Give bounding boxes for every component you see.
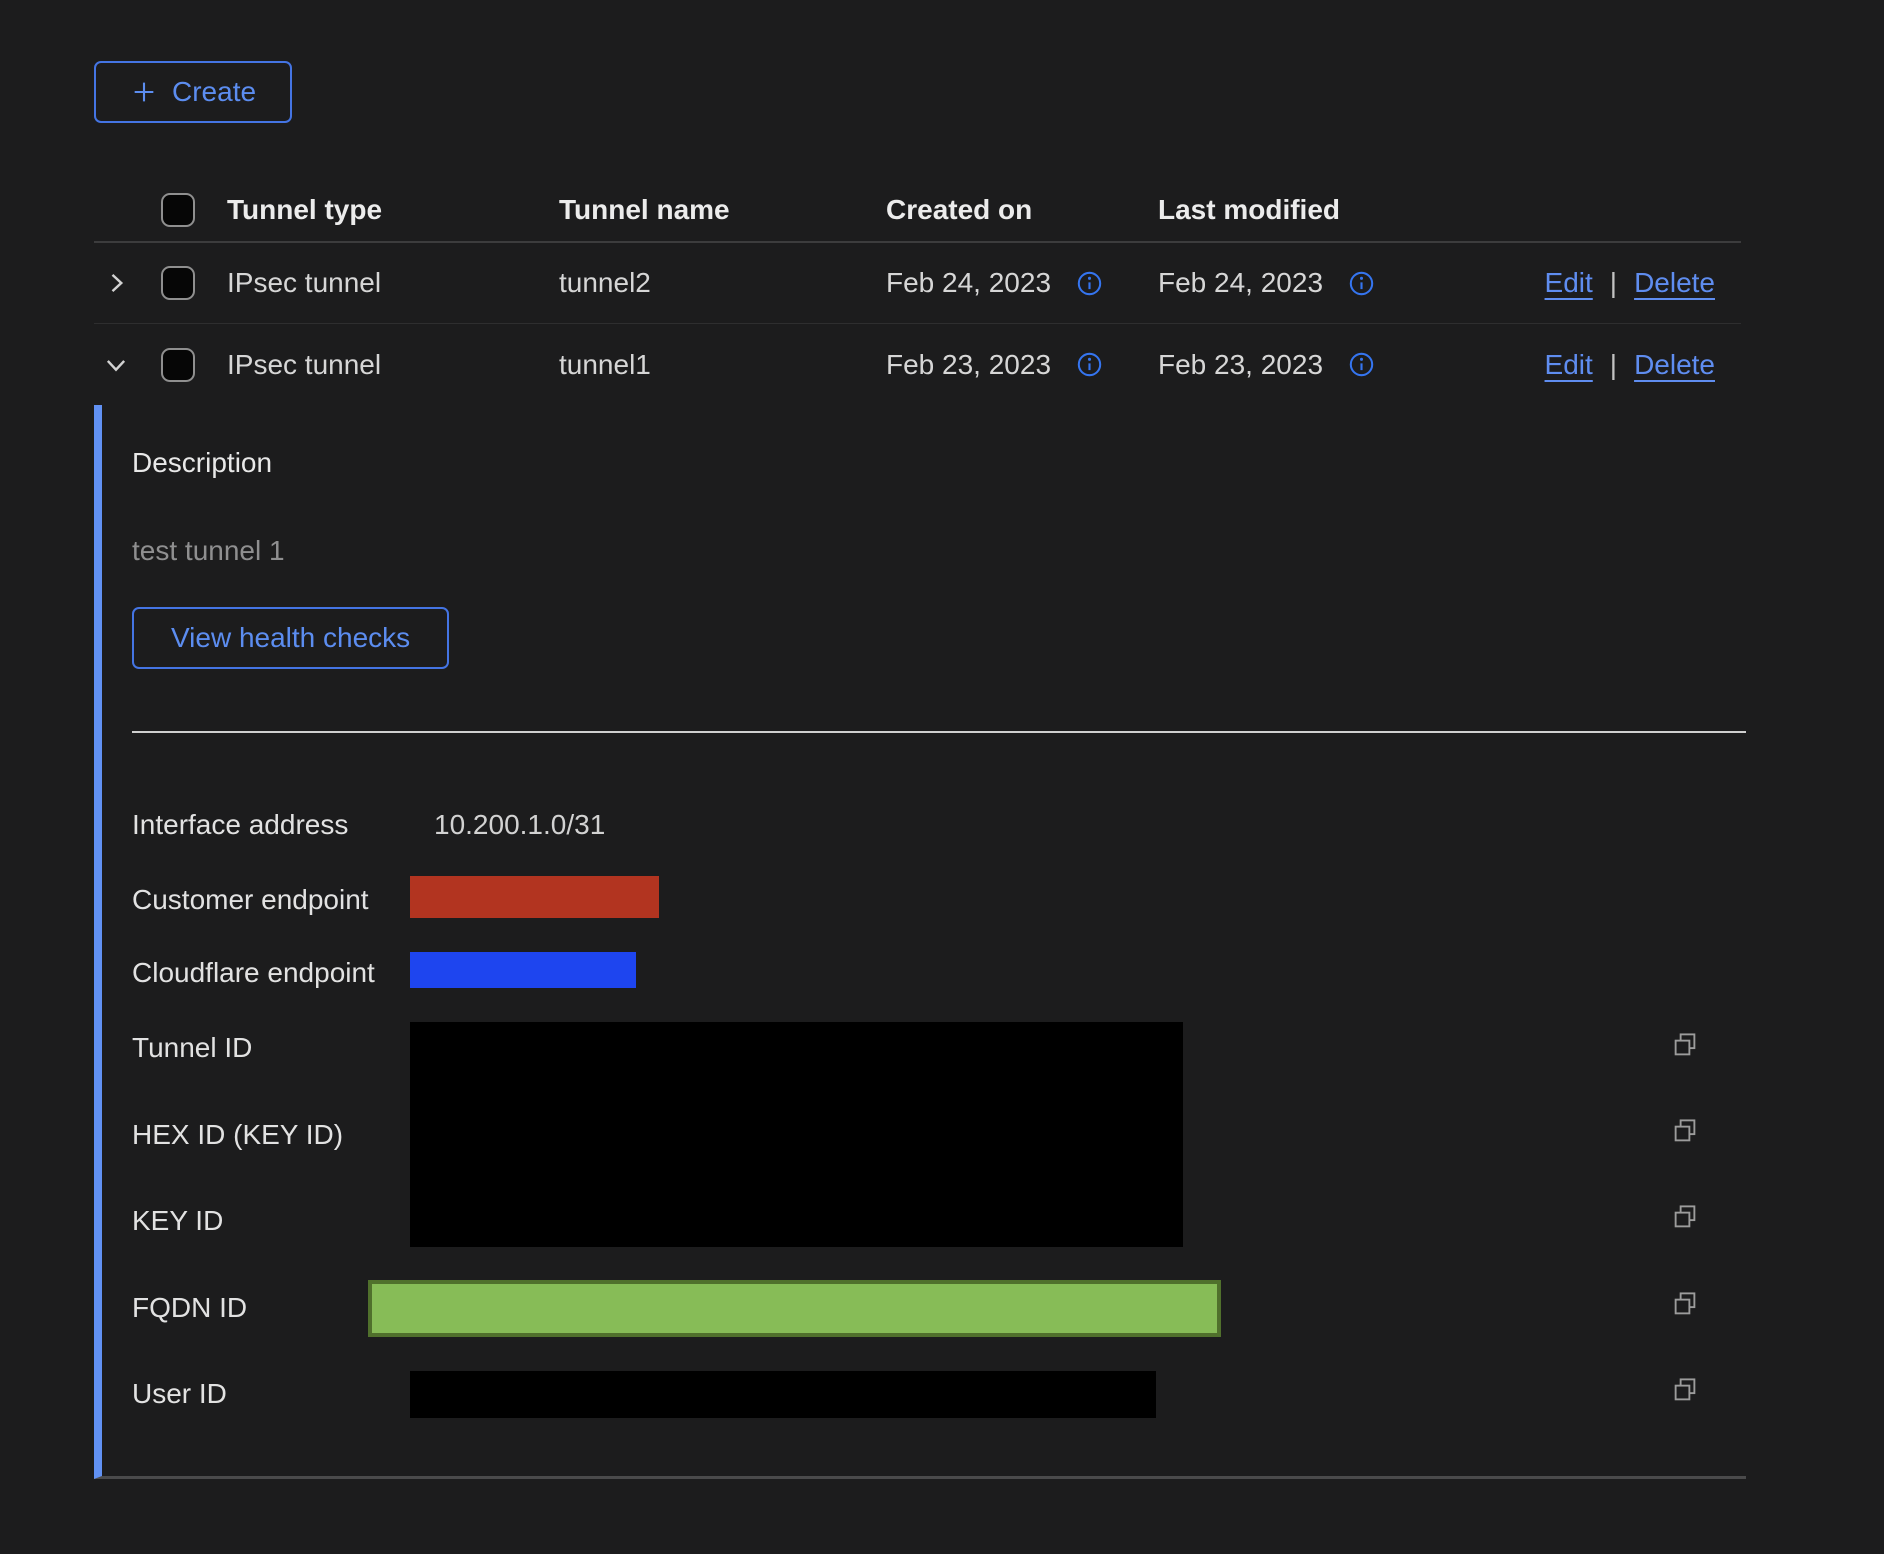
copy-icon[interactable]	[1670, 1375, 1700, 1405]
customer-endpoint-redacted-value	[410, 876, 659, 918]
chevron-down-icon	[102, 351, 130, 379]
tunnel-detail-panel: Description test tunnel 1 View health ch…	[94, 405, 1746, 1479]
table-header-row: Tunnel type Tunnel name Created on Last …	[94, 178, 1741, 243]
cloudflare-endpoint-label: Cloudflare endpoint	[132, 957, 375, 989]
header-last-modified: Last modified	[1158, 194, 1340, 226]
description-label: Description	[132, 447, 1746, 479]
interface-address-value: 10.200.1.0/31	[434, 809, 605, 841]
delete-link[interactable]: Delete	[1634, 349, 1715, 381]
info-circle-icon[interactable]	[1076, 270, 1103, 297]
select-all-checkbox[interactable]	[161, 193, 195, 227]
chevron-right-icon	[102, 269, 130, 297]
ids-redacted-value	[410, 1022, 1183, 1247]
description-value: test tunnel 1	[132, 535, 1746, 567]
tunnel-fields-section: Interface address 10.200.1.0/31 Customer…	[132, 731, 1746, 1484]
user-id-redacted-value	[410, 1371, 1156, 1418]
fqdn-id-label: FQDN ID	[132, 1292, 247, 1324]
copy-icon[interactable]	[1670, 1202, 1700, 1232]
last-modified-cell: Feb 23, 2023	[1158, 349, 1323, 381]
action-separator: |	[1610, 349, 1617, 381]
fqdn-id-redacted-value	[368, 1280, 1221, 1337]
tunnels-table: Tunnel type Tunnel name Created on Last …	[94, 178, 1741, 405]
create-button[interactable]: Create	[94, 61, 292, 123]
tunnel-name-cell: tunnel2	[559, 267, 651, 299]
tunnel-id-label: Tunnel ID	[132, 1032, 252, 1064]
tunnel-type-cell: IPsec tunnel	[227, 349, 381, 381]
last-modified-cell: Feb 24, 2023	[1158, 267, 1323, 299]
key-id-label: KEY ID	[132, 1205, 223, 1237]
header-tunnel-name: Tunnel name	[559, 194, 730, 226]
create-button-label: Create	[172, 76, 256, 108]
table-row-tunnel2: IPsec tunnel tunnel2 Feb 24, 2023 Feb 24…	[94, 243, 1741, 324]
created-on-cell: Feb 23, 2023	[886, 349, 1051, 381]
cloudflare-endpoint-redacted-value	[410, 952, 636, 988]
table-row-tunnel1: IPsec tunnel tunnel1 Feb 23, 2023 Feb 23…	[94, 324, 1741, 405]
info-circle-icon[interactable]	[1348, 351, 1375, 378]
header-tunnel-type: Tunnel type	[227, 194, 382, 226]
expand-row-button[interactable]	[101, 268, 131, 298]
interface-address-label: Interface address	[132, 809, 348, 841]
copy-icon[interactable]	[1670, 1030, 1700, 1060]
copy-icon[interactable]	[1670, 1116, 1700, 1146]
edit-link[interactable]: Edit	[1545, 349, 1593, 381]
action-separator: |	[1610, 267, 1617, 299]
hex-id-label: HEX ID (KEY ID)	[132, 1119, 343, 1151]
select-row-checkbox[interactable]	[161, 266, 195, 300]
info-circle-icon[interactable]	[1348, 270, 1375, 297]
customer-endpoint-label: Customer endpoint	[132, 884, 369, 916]
tunnel-name-cell: tunnel1	[559, 349, 651, 381]
info-circle-icon[interactable]	[1076, 351, 1103, 378]
select-row-checkbox[interactable]	[161, 348, 195, 382]
user-id-label: User ID	[132, 1378, 227, 1410]
copy-icon[interactable]	[1670, 1289, 1700, 1319]
tunnel-type-cell: IPsec tunnel	[227, 267, 381, 299]
header-created-on: Created on	[886, 194, 1032, 226]
view-health-checks-button[interactable]: View health checks	[132, 607, 449, 669]
collapse-row-button[interactable]	[101, 350, 131, 380]
edit-link[interactable]: Edit	[1545, 267, 1593, 299]
created-on-cell: Feb 24, 2023	[886, 267, 1051, 299]
delete-link[interactable]: Delete	[1634, 267, 1715, 299]
plus-icon	[130, 78, 158, 106]
